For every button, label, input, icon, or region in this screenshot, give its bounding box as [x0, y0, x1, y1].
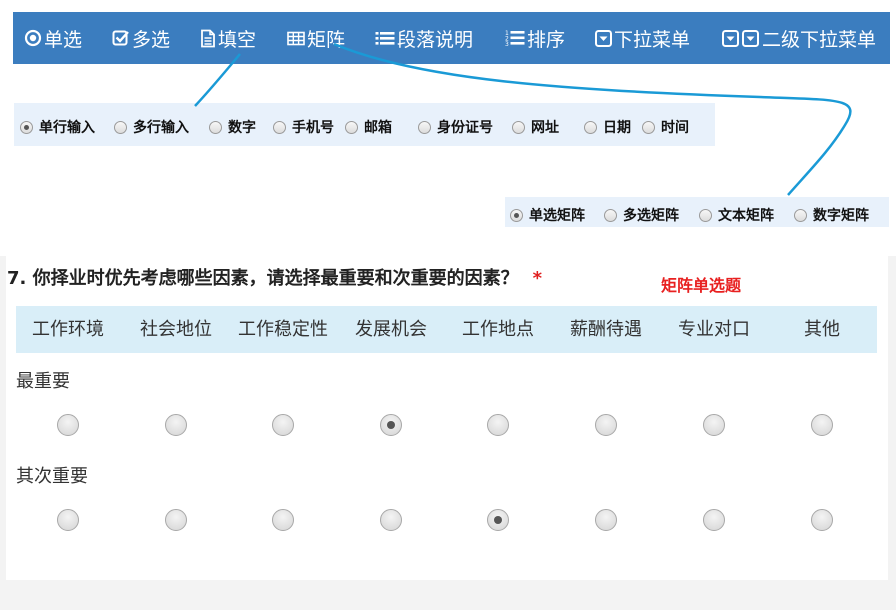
radio-icon[interactable]	[510, 208, 523, 222]
matrix-row-label: 其次重要	[16, 466, 88, 487]
matrix-radio-button[interactable]	[595, 414, 617, 436]
fill-type-option-label: 数字	[228, 120, 256, 136]
fill-type-option[interactable]: 日期	[584, 117, 631, 137]
matrix-type-option-label: 单选矩阵	[529, 208, 585, 224]
matrix-radio-button[interactable]	[703, 509, 725, 531]
matrix-type-option[interactable]: 多选矩阵	[604, 205, 679, 225]
toolbar-item-cascade-dropdown[interactable]: 二级下拉菜单	[722, 12, 876, 64]
fill-type-option-label: 网址	[531, 120, 559, 136]
toolbar-item-label: 填空	[218, 28, 257, 51]
matrix-radio-button[interactable]	[487, 509, 509, 531]
double-dropdown-icon	[722, 29, 760, 47]
matrix-column-header: 工作地点	[462, 319, 534, 340]
radio-icon[interactable]	[512, 120, 525, 134]
matrix-row-label: 最重要	[16, 371, 70, 392]
matrix-radio-button[interactable]	[380, 414, 402, 436]
svg-text:3: 3	[505, 41, 509, 47]
toolbar-item-dropdown[interactable]: 下拉菜单	[595, 12, 690, 64]
dropdown-icon	[595, 29, 612, 47]
question-title: 7. 你择业时优先考虑哪些因素，请选择最重要和次重要的因素？ *	[7, 264, 542, 290]
toolbar-item-fill-blank[interactable]: 填空	[200, 12, 256, 64]
toolbar-item-label: 二级下拉菜单	[762, 28, 877, 51]
matrix-radio-button[interactable]	[595, 509, 617, 531]
matrix-radio-button[interactable]	[380, 509, 402, 531]
matrix-column-header: 薪酬待遇	[570, 319, 642, 340]
matrix-column-header: 工作环境	[32, 319, 104, 340]
matrix-type-option-label: 数字矩阵	[813, 208, 869, 224]
fill-type-option[interactable]: 网址	[512, 117, 559, 137]
fill-type-option-label: 日期	[603, 120, 631, 136]
toolbar-item-label: 矩阵	[307, 28, 346, 51]
matrix-radio-button[interactable]	[272, 509, 294, 531]
matrix-radio-button[interactable]	[811, 414, 833, 436]
toolbar-item-paragraph[interactable]: 段落说明	[375, 12, 473, 64]
matrix-radio-button[interactable]	[57, 414, 79, 436]
fill-type-option-label: 邮箱	[364, 120, 392, 136]
radio-icon[interactable]	[20, 120, 33, 134]
matrix-radio-button[interactable]	[57, 509, 79, 531]
ordered-list-icon: 123	[505, 29, 525, 47]
radio-icon[interactable]	[114, 120, 127, 134]
matrix-header: 工作环境 社会地位 工作稳定性 发展机会 工作地点 薪酬待遇 专业对口 其他	[16, 306, 877, 353]
toolbar-item-label: 下拉菜单	[614, 28, 691, 51]
fill-type-option[interactable]: 多行输入	[114, 117, 189, 137]
radio-icon[interactable]	[584, 120, 597, 134]
radio-icon[interactable]	[209, 120, 222, 134]
fill-blank-type-panel: 单行输入 多行输入 数字 手机号 邮箱 身份证号 网址 日期 时间	[14, 103, 715, 146]
fill-type-option[interactable]: 数字	[209, 117, 256, 137]
matrix-radio-button[interactable]	[165, 414, 187, 436]
radio-icon[interactable]	[273, 120, 286, 134]
required-mark: *	[532, 268, 543, 289]
matrix-radio-button[interactable]	[487, 414, 509, 436]
matrix-radio-button[interactable]	[703, 414, 725, 436]
fill-type-option[interactable]: 手机号	[273, 117, 334, 137]
matrix-column-header: 其他	[804, 319, 840, 340]
matrix-column-header: 专业对口	[678, 319, 750, 340]
question-card	[6, 256, 888, 580]
fill-type-option[interactable]: 时间	[642, 117, 689, 137]
fill-type-option-label: 身份证号	[437, 120, 493, 136]
matrix-type-option-label: 文本矩阵	[718, 208, 774, 224]
toolbar-item-label: 段落说明	[397, 28, 474, 51]
radio-icon[interactable]	[642, 120, 655, 134]
fill-type-option[interactable]: 单行输入	[20, 117, 95, 137]
fill-type-option[interactable]: 邮箱	[345, 117, 392, 137]
toolbar-item-multi-choice[interactable]: 多选	[112, 12, 170, 64]
table-icon	[287, 31, 305, 46]
matrix-type-option[interactable]: 数字矩阵	[794, 205, 869, 225]
toolbar-item-label: 单选	[44, 28, 83, 51]
matrix-type-option[interactable]: 文本矩阵	[699, 205, 774, 225]
list-icon	[375, 31, 395, 46]
fill-type-option-label: 单行输入	[39, 120, 95, 136]
question-type-toolbar: 单选 多选 填空 矩阵 段落说明 123 排序 下拉菜单 二级下拉菜单	[13, 12, 890, 64]
matrix-type-option-label: 多选矩阵	[623, 208, 679, 224]
fill-type-option-label: 多行输入	[133, 120, 189, 136]
fill-type-option-label: 手机号	[292, 120, 334, 136]
matrix-radio-button[interactable]	[272, 414, 294, 436]
matrix-radio-button[interactable]	[165, 509, 187, 531]
matrix-column-header: 社会地位	[140, 319, 212, 340]
radio-icon[interactable]	[345, 120, 358, 134]
matrix-type-option[interactable]: 单选矩阵	[510, 205, 585, 225]
matrix-column-header: 发展机会	[355, 319, 427, 340]
checkbox-icon	[112, 29, 130, 47]
toolbar-item-label: 多选	[132, 28, 171, 51]
question-title-text: 7. 你择业时优先考虑哪些因素，请选择最重要和次重要的因素？	[7, 268, 519, 289]
matrix-radio-button[interactable]	[811, 509, 833, 531]
radio-icon[interactable]	[418, 120, 431, 134]
toolbar-item-label: 排序	[527, 28, 566, 51]
radio-icon[interactable]	[699, 208, 712, 222]
toolbar-item-single-choice[interactable]: 单选	[24, 12, 82, 64]
toolbar-item-sort[interactable]: 123 排序	[505, 12, 565, 64]
radio-circle-icon	[24, 29, 42, 47]
fill-type-option[interactable]: 身份证号	[418, 117, 493, 137]
matrix-type-panel: 单选矩阵 多选矩阵 文本矩阵 数字矩阵	[505, 197, 889, 227]
toolbar-item-matrix[interactable]: 矩阵	[287, 12, 345, 64]
question-type-note: 矩阵单选题	[661, 276, 742, 295]
document-icon	[200, 29, 216, 48]
radio-icon[interactable]	[794, 208, 807, 222]
radio-icon[interactable]	[604, 208, 617, 222]
fill-type-option-label: 时间	[661, 120, 689, 136]
matrix-column-header: 工作稳定性	[238, 319, 328, 340]
